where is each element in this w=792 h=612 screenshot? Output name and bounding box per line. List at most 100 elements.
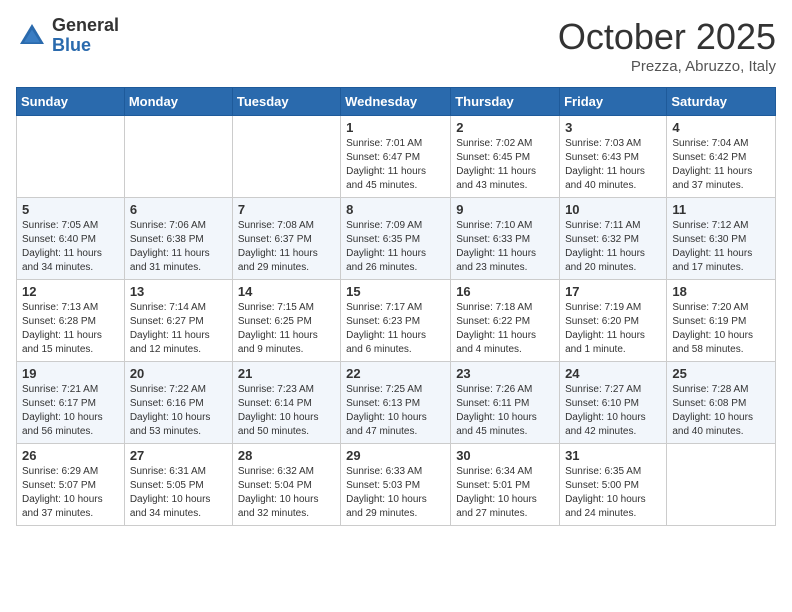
- day-number: 26: [22, 448, 119, 463]
- col-saturday: Saturday: [667, 88, 776, 116]
- day-info: Sunrise: 6:33 AM Sunset: 5:03 PM Dayligh…: [346, 465, 445, 521]
- table-row: 17 Sunrise: 7:19 AM Sunset: 6:20 PM Dayli…: [560, 280, 667, 362]
- day-info: Sunrise: 7:21 AM Sunset: 6:17 PM Dayligh…: [22, 383, 119, 439]
- table-row: 10Sunrise: 7:11 AM Sunset: 6:32 PM Dayli…: [560, 198, 667, 280]
- col-friday: Friday: [560, 88, 667, 116]
- day-number: 7: [238, 202, 335, 217]
- day-number: 25: [672, 366, 770, 381]
- day-info: Sunrise: 7:09 AM Sunset: 6:35 PM Dayligh…: [346, 219, 445, 275]
- logo-blue: Blue: [52, 36, 119, 56]
- col-thursday: Thursday: [451, 88, 560, 116]
- day-info: Sunrise: 7:04 AM Sunset: 6:42 PM Dayligh…: [672, 137, 770, 193]
- table-row: 29 Sunrise: 6:33 AM Sunset: 5:03 PM Dayli…: [341, 444, 451, 526]
- calendar-table: Sunday Monday Tuesday Wednesday Thursday…: [16, 87, 776, 526]
- title-section: October 2025 Prezza, Abruzzo, Italy: [558, 16, 776, 75]
- table-row: 7 Sunrise: 7:08 AM Sunset: 6:37 PM Daylig…: [232, 198, 340, 280]
- day-info: Sunrise: 7:22 AM Sunset: 6:16 PM Dayligh…: [130, 383, 227, 439]
- day-info: Sunrise: 6:34 AM Sunset: 5:01 PM Dayligh…: [456, 465, 554, 521]
- day-number: 9: [456, 202, 554, 217]
- day-number: 1: [346, 120, 445, 135]
- table-row: 24 Sunrise: 7:27 AM Sunset: 6:10 PM Dayli…: [560, 362, 667, 444]
- calendar-week-row: 12Sunrise: 7:13 AM Sunset: 6:28 PM Dayli…: [17, 280, 776, 362]
- day-number: 6: [130, 202, 227, 217]
- day-info: Sunrise: 7:27 AM Sunset: 6:10 PM Dayligh…: [565, 383, 661, 439]
- table-row: 4 Sunrise: 7:04 AM Sunset: 6:42 PM Daylig…: [667, 116, 776, 198]
- table-row: 20 Sunrise: 7:22 AM Sunset: 6:16 PM Dayli…: [124, 362, 232, 444]
- table-row: [124, 116, 232, 198]
- day-number: 2: [456, 120, 554, 135]
- table-row: 25 Sunrise: 7:28 AM Sunset: 6:08 PM Dayli…: [667, 362, 776, 444]
- page-header: General Blue October 2025 Prezza, Abruzz…: [16, 16, 776, 75]
- day-info: Sunrise: 7:14 AM Sunset: 6:27 PM Dayligh…: [130, 301, 227, 357]
- table-row: 15 Sunrise: 7:17 AM Sunset: 6:23 PM Dayli…: [341, 280, 451, 362]
- day-info: Sunrise: 7:10 AM Sunset: 6:33 PM Dayligh…: [456, 219, 554, 275]
- day-number: 29: [346, 448, 445, 463]
- day-info: Sunrise: 7:03 AM Sunset: 6:43 PM Dayligh…: [565, 137, 661, 193]
- logo-icon: [16, 20, 48, 52]
- logo-text: General Blue: [52, 16, 119, 56]
- logo-general: General: [52, 16, 119, 36]
- table-row: 12Sunrise: 7:13 AM Sunset: 6:28 PM Dayli…: [17, 280, 125, 362]
- col-tuesday: Tuesday: [232, 88, 340, 116]
- table-row: 22 Sunrise: 7:25 AM Sunset: 6:13 PM Dayli…: [341, 362, 451, 444]
- day-info: Sunrise: 7:05 AM Sunset: 6:40 PM Dayligh…: [22, 219, 119, 275]
- logo: General Blue: [16, 16, 119, 56]
- day-number: 3: [565, 120, 661, 135]
- table-row: 9 Sunrise: 7:10 AM Sunset: 6:33 PM Daylig…: [451, 198, 560, 280]
- day-info: Sunrise: 7:25 AM Sunset: 6:13 PM Dayligh…: [346, 383, 445, 439]
- calendar-header-row: Sunday Monday Tuesday Wednesday Thursday…: [17, 88, 776, 116]
- day-info: Sunrise: 7:23 AM Sunset: 6:14 PM Dayligh…: [238, 383, 335, 439]
- calendar-week-row: 19Sunrise: 7:21 AM Sunset: 6:17 PM Dayli…: [17, 362, 776, 444]
- day-info: Sunrise: 7:13 AM Sunset: 6:28 PM Dayligh…: [22, 301, 119, 357]
- day-number: 14: [238, 284, 335, 299]
- col-sunday: Sunday: [17, 88, 125, 116]
- calendar-week-row: 1 Sunrise: 7:01 AM Sunset: 6:47 PM Daylig…: [17, 116, 776, 198]
- day-info: Sunrise: 7:20 AM Sunset: 6:19 PM Dayligh…: [672, 301, 770, 357]
- table-row: 18 Sunrise: 7:20 AM Sunset: 6:19 PM Dayli…: [667, 280, 776, 362]
- day-info: Sunrise: 7:26 AM Sunset: 6:11 PM Dayligh…: [456, 383, 554, 439]
- table-row: 26 Sunrise: 6:29 AM Sunset: 5:07 PM Dayli…: [17, 444, 125, 526]
- day-info: Sunrise: 7:06 AM Sunset: 6:38 PM Dayligh…: [130, 219, 227, 275]
- day-number: 31: [565, 448, 661, 463]
- day-info: Sunrise: 7:19 AM Sunset: 6:20 PM Dayligh…: [565, 301, 661, 357]
- table-row: 3 Sunrise: 7:03 AM Sunset: 6:43 PM Daylig…: [560, 116, 667, 198]
- day-number: 11: [672, 202, 770, 217]
- day-info: Sunrise: 7:11 AM Sunset: 6:32 PM Dayligh…: [565, 219, 661, 275]
- day-number: 23: [456, 366, 554, 381]
- day-info: Sunrise: 7:01 AM Sunset: 6:47 PM Dayligh…: [346, 137, 445, 193]
- day-number: 17: [565, 284, 661, 299]
- table-row: [232, 116, 340, 198]
- month-title: October 2025: [558, 16, 776, 58]
- table-row: 14Sunrise: 7:15 AM Sunset: 6:25 PM Dayli…: [232, 280, 340, 362]
- day-info: Sunrise: 7:08 AM Sunset: 6:37 PM Dayligh…: [238, 219, 335, 275]
- day-number: 4: [672, 120, 770, 135]
- day-number: 20: [130, 366, 227, 381]
- col-wednesday: Wednesday: [341, 88, 451, 116]
- day-number: 15: [346, 284, 445, 299]
- day-number: 5: [22, 202, 119, 217]
- day-info: Sunrise: 6:29 AM Sunset: 5:07 PM Dayligh…: [22, 465, 119, 521]
- day-number: 16: [456, 284, 554, 299]
- day-number: 28: [238, 448, 335, 463]
- table-row: 16Sunrise: 7:18 AM Sunset: 6:22 PM Dayli…: [451, 280, 560, 362]
- day-number: 21: [238, 366, 335, 381]
- day-info: Sunrise: 6:31 AM Sunset: 5:05 PM Dayligh…: [130, 465, 227, 521]
- table-row: 21 Sunrise: 7:23 AM Sunset: 6:14 PM Dayli…: [232, 362, 340, 444]
- col-monday: Monday: [124, 88, 232, 116]
- table-row: 2Sunrise: 7:02 AM Sunset: 6:45 PM Daylig…: [451, 116, 560, 198]
- table-row: 6 Sunrise: 7:06 AM Sunset: 6:38 PM Daylig…: [124, 198, 232, 280]
- table-row: 30Sunrise: 6:34 AM Sunset: 5:01 PM Dayli…: [451, 444, 560, 526]
- day-info: Sunrise: 7:17 AM Sunset: 6:23 PM Dayligh…: [346, 301, 445, 357]
- day-number: 27: [130, 448, 227, 463]
- table-row: 28Sunrise: 6:32 AM Sunset: 5:04 PM Dayli…: [232, 444, 340, 526]
- calendar-week-row: 26 Sunrise: 6:29 AM Sunset: 5:07 PM Dayli…: [17, 444, 776, 526]
- day-info: Sunrise: 7:12 AM Sunset: 6:30 PM Dayligh…: [672, 219, 770, 275]
- table-row: 23 Sunrise: 7:26 AM Sunset: 6:11 PM Dayli…: [451, 362, 560, 444]
- day-number: 24: [565, 366, 661, 381]
- day-number: 18: [672, 284, 770, 299]
- table-row: 8Sunrise: 7:09 AM Sunset: 6:35 PM Daylig…: [341, 198, 451, 280]
- table-row: [667, 444, 776, 526]
- day-number: 22: [346, 366, 445, 381]
- day-info: Sunrise: 7:28 AM Sunset: 6:08 PM Dayligh…: [672, 383, 770, 439]
- location-subtitle: Prezza, Abruzzo, Italy: [558, 58, 776, 75]
